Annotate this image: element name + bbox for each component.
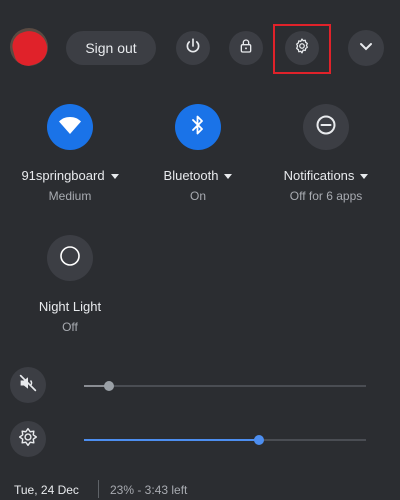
brightness-fill: [84, 439, 259, 441]
wifi-network-label[interactable]: 91springboard: [10, 168, 130, 183]
bluetooth-icon: [190, 114, 206, 141]
footer-divider: [98, 480, 99, 498]
power-icon: [184, 37, 202, 60]
do-not-disturb-icon: [315, 114, 337, 141]
wifi-toggle[interactable]: [47, 104, 93, 150]
night-light-name: Night Light: [38, 299, 102, 314]
notifications-toggle[interactable]: [303, 104, 349, 150]
notifications-status: Off for 6 apps: [289, 189, 363, 203]
date-label[interactable]: Tue, 24 Dec: [14, 483, 79, 497]
quick-settings-panel: Sign out 91springboard Medium Bluetooth …: [0, 0, 400, 500]
chevron-down-icon: [359, 39, 373, 57]
mute-button[interactable]: [10, 367, 46, 403]
brightness-row: [0, 420, 400, 460]
dropdown-caret-icon: [110, 174, 119, 180]
lock-icon: [238, 37, 254, 60]
night-light-icon: [59, 245, 81, 272]
bluetooth-toggle[interactable]: [175, 104, 221, 150]
bluetooth-label[interactable]: Bluetooth: [138, 168, 258, 183]
wifi-network-name: 91springboard: [21, 168, 105, 183]
brightness-button[interactable]: [10, 421, 46, 457]
redaction-mark: [10, 28, 48, 66]
volume-knob[interactable]: [104, 381, 115, 391]
volume-slider[interactable]: [84, 381, 366, 391]
night-light-status: Off: [62, 320, 78, 334]
tile-notifications[interactable]: Notifications Off for 6 apps: [266, 104, 386, 203]
brightness-knob[interactable]: [253, 435, 264, 445]
lock-button[interactable]: [229, 31, 263, 65]
night-light-toggle[interactable]: [47, 235, 93, 281]
battery-status: 23% - 3:43 left: [110, 483, 188, 497]
tile-bluetooth[interactable]: Bluetooth On: [138, 104, 258, 203]
bluetooth-status: On: [189, 189, 206, 203]
volume-muted-icon: [18, 374, 38, 397]
dropdown-caret-icon: [224, 174, 233, 180]
settings-highlight-box: [273, 24, 331, 74]
collapse-button[interactable]: [348, 30, 384, 66]
wifi-icon: [58, 115, 82, 140]
bluetooth-name: Bluetooth: [163, 168, 219, 183]
sign-out-button[interactable]: Sign out: [66, 31, 156, 65]
tile-wifi[interactable]: 91springboard Medium: [10, 104, 130, 203]
notifications-name: Notifications: [283, 168, 355, 183]
wifi-signal-status: Medium: [48, 189, 92, 203]
dropdown-caret-icon: [360, 174, 369, 180]
notifications-label[interactable]: Notifications: [266, 168, 386, 183]
power-button[interactable]: [176, 31, 210, 65]
brightness-slider[interactable]: [84, 435, 366, 445]
avatar[interactable]: [10, 28, 48, 66]
status-footer: Tue, 24 Dec 23% - 3:43 left: [0, 474, 400, 500]
night-light-label: Night Light: [10, 299, 130, 314]
brightness-icon: [18, 427, 38, 452]
volume-row: [0, 366, 400, 406]
tile-night-light[interactable]: Night Light Off: [10, 235, 130, 334]
